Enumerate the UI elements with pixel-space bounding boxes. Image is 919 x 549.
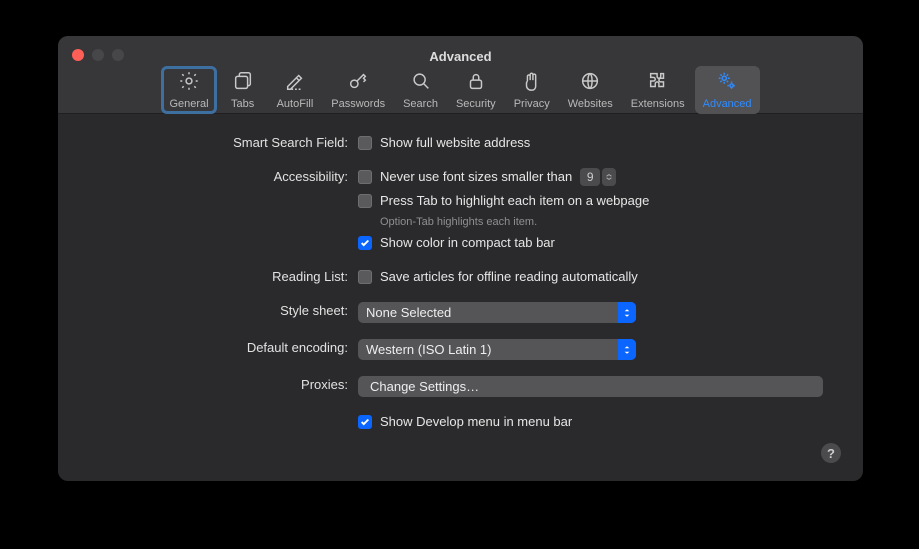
tab-label: Websites	[568, 98, 613, 110]
content-area: Smart Search Field: Show full website ad…	[58, 114, 863, 481]
default-encoding-label: Default encoding:	[98, 339, 358, 355]
preferences-window: Advanced General Tabs AutoFill	[58, 36, 863, 481]
titlebar: Advanced General Tabs AutoFill	[58, 36, 863, 114]
press-tab-hint: Option-Tab highlights each item.	[380, 216, 823, 228]
puzzle-icon	[647, 70, 669, 95]
tab-label: Search	[403, 98, 438, 110]
tab-label: Extensions	[631, 98, 685, 110]
tab-passwords[interactable]: Passwords	[323, 66, 393, 114]
lock-icon	[465, 70, 487, 95]
globe-icon	[579, 70, 601, 95]
show-develop-label: Show Develop menu in menu bar	[380, 413, 572, 431]
min-font-stepper[interactable]	[602, 168, 616, 186]
style-sheet-label: Style sheet:	[98, 302, 358, 318]
tab-general[interactable]: General	[161, 66, 216, 114]
tab-label: AutoFill	[277, 98, 314, 110]
default-encoding-select[interactable]: Western (ISO Latin 1)	[358, 339, 636, 360]
tab-label: Security	[456, 98, 496, 110]
accessibility-label: Accessibility:	[98, 168, 358, 184]
tab-tabs[interactable]: Tabs	[219, 66, 267, 114]
save-offline-checkbox[interactable]	[358, 270, 372, 284]
style-sheet-value: None Selected	[366, 305, 451, 320]
show-develop-checkbox[interactable]	[358, 415, 372, 429]
min-font-label: Never use font sizes smaller than	[380, 168, 572, 186]
autofill-icon	[284, 70, 306, 95]
show-full-address-checkbox[interactable]	[358, 136, 372, 150]
tab-label: General	[169, 98, 208, 110]
change-settings-button[interactable]: Change Settings…	[358, 376, 823, 397]
style-sheet-select[interactable]: None Selected	[358, 302, 636, 323]
proxies-label: Proxies:	[98, 376, 358, 392]
tab-autofill[interactable]: AutoFill	[269, 66, 322, 114]
color-compact-checkbox[interactable]	[358, 236, 372, 250]
change-settings-label: Change Settings…	[370, 379, 479, 394]
tab-label: Advanced	[703, 98, 752, 110]
color-compact-label: Show color in compact tab bar	[380, 234, 555, 252]
tab-search[interactable]: Search	[395, 66, 446, 114]
search-icon	[410, 70, 432, 95]
tab-security[interactable]: Security	[448, 66, 504, 114]
prefs-toolbar: General Tabs AutoFill Passwords	[58, 64, 863, 114]
tab-privacy[interactable]: Privacy	[506, 66, 558, 114]
hand-icon	[521, 70, 543, 95]
chevron-updown-icon	[618, 339, 636, 360]
press-tab-checkbox[interactable]	[358, 194, 372, 208]
tab-advanced[interactable]: Advanced	[695, 66, 760, 114]
min-font-checkbox[interactable]	[358, 170, 372, 184]
reading-list-label: Reading List:	[98, 268, 358, 284]
press-tab-label: Press Tab to highlight each item on a we…	[380, 192, 649, 210]
key-icon	[347, 70, 369, 95]
help-button[interactable]: ?	[821, 443, 841, 463]
show-full-address-label: Show full website address	[380, 134, 530, 152]
tab-websites[interactable]: Websites	[560, 66, 621, 114]
gear-icon	[178, 70, 200, 95]
window-title: Advanced	[58, 49, 863, 64]
default-encoding-value: Western (ISO Latin 1)	[366, 342, 491, 357]
tab-extensions[interactable]: Extensions	[623, 66, 693, 114]
tab-label: Passwords	[331, 98, 385, 110]
chevron-updown-icon	[618, 302, 636, 323]
help-glyph: ?	[827, 446, 835, 461]
save-offline-label: Save articles for offline reading automa…	[380, 268, 638, 286]
tab-label: Tabs	[231, 98, 254, 110]
tabs-icon	[232, 70, 254, 95]
gears-icon	[716, 70, 738, 95]
min-font-value[interactable]: 9	[580, 168, 600, 186]
tab-label: Privacy	[514, 98, 550, 110]
smart-search-label: Smart Search Field:	[98, 134, 358, 150]
